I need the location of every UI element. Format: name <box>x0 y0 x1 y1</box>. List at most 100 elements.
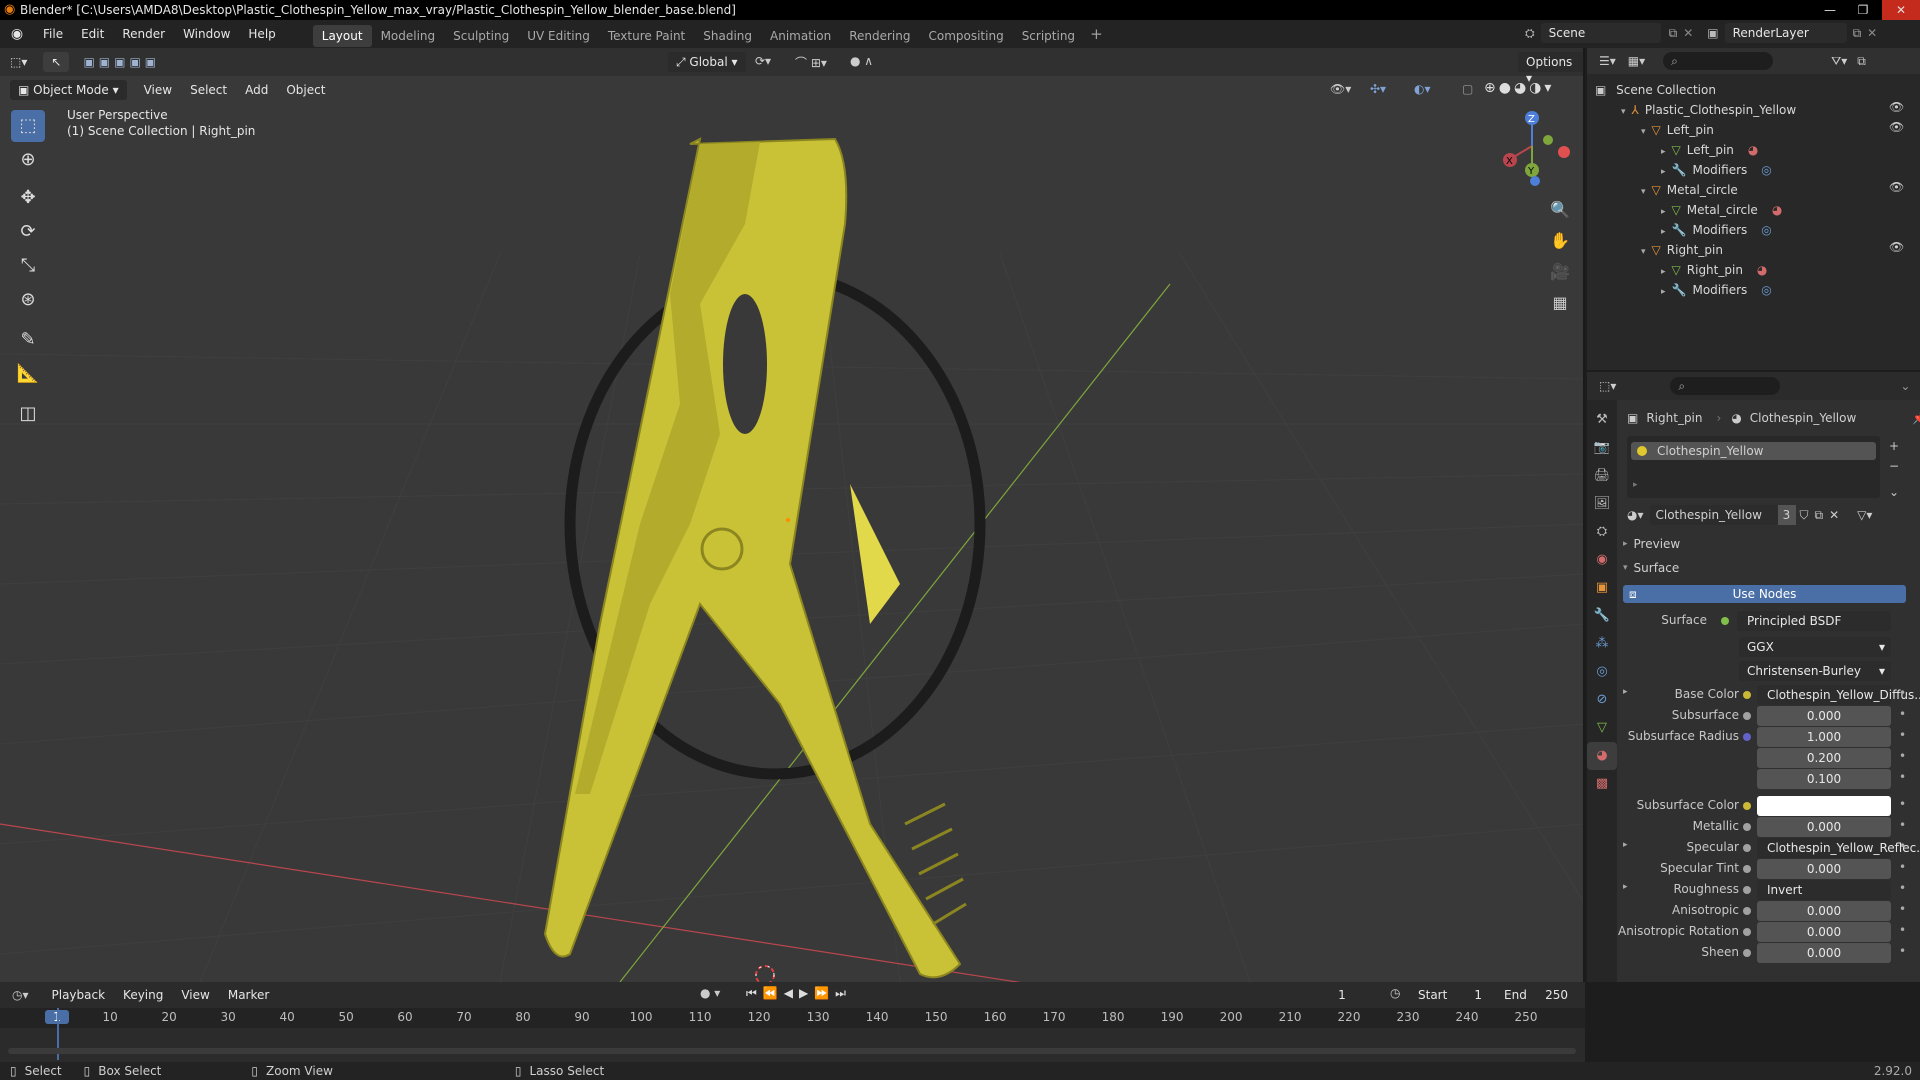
outliner-row-object[interactable]: ▾ ▽ Metal_circle <box>1641 180 1738 200</box>
browse-material-icon[interactable]: ◕▾ <box>1627 508 1644 522</box>
keyframe-dot-icon[interactable]: • <box>1899 881 1906 895</box>
gizmo-toggle-icon[interactable]: ✣▾ <box>1370 82 1386 96</box>
material-name-field[interactable]: Clothespin_Yellow <box>1649 505 1778 525</box>
add-cube-tool[interactable]: ◫ <box>11 398 45 430</box>
proportional-edit-icon[interactable]: ● ∧ <box>850 54 873 68</box>
delete-scene-icon[interactable]: ✕ <box>1683 26 1693 40</box>
renderlayer-icon[interactable]: ▣ <box>1707 26 1718 40</box>
pivot-icon[interactable]: ⟳▾ <box>755 54 771 68</box>
use-nodes-button[interactable]: ⧈ Use Nodes <box>1623 585 1906 603</box>
outliner-row-mesh[interactable]: ▸ ▽ Metal_circle ◕ <box>1661 200 1782 220</box>
workspace-tab-modeling[interactable]: Modeling <box>372 25 445 47</box>
data-tab-icon[interactable]: ▽ <box>1587 714 1617 742</box>
bsdf-input-field[interactable]: Invert <box>1757 880 1891 900</box>
object-tab-icon[interactable]: ▣ <box>1587 574 1617 602</box>
expand-arrow-icon[interactable]: ▸ <box>1661 287 1666 297</box>
expand-input-icon[interactable]: ▸ <box>1623 840 1628 850</box>
viewport-menu-object[interactable]: Object <box>277 80 334 100</box>
particles-tab-icon[interactable]: ⁂ <box>1587 630 1617 658</box>
unlink-material-icon[interactable]: ✕ <box>1829 508 1839 522</box>
new-renderlayer-icon[interactable]: ⧉ <box>1853 26 1862 41</box>
expand-arrow-icon[interactable]: ▸ <box>1661 227 1666 237</box>
keyframe-dot-icon[interactable]: • <box>1899 944 1906 958</box>
visibility-eye-icon[interactable]: 👁 <box>1889 240 1904 254</box>
expand-arrow-icon[interactable]: ▸ <box>1661 147 1666 157</box>
scene-collection-row[interactable]: ▣ Scene Collection <box>1595 80 1716 100</box>
output-tab-icon[interactable]: 🖨 <box>1587 462 1617 490</box>
bsdf-input-field[interactable]: 0.000 <box>1757 817 1891 837</box>
render-tab-icon[interactable]: 📷 <box>1587 434 1617 462</box>
menu-render[interactable]: Render <box>113 20 174 48</box>
outliner-row-mesh[interactable]: ▸ ▽ Left_pin ◕ <box>1661 140 1758 160</box>
expand-input-icon[interactable]: ▸ <box>1623 687 1628 697</box>
add-slot-icon[interactable]: + <box>1889 436 1899 456</box>
visibility-icon[interactable]: 👁▾ <box>1330 82 1351 96</box>
subsurface-color-swatch[interactable] <box>1757 796 1891 816</box>
filter-icon[interactable]: ⛛▾ <box>1831 54 1847 69</box>
outliner-row-object[interactable]: ▾ ▽ Left_pin <box>1641 120 1714 140</box>
properties-editor-icon[interactable]: ⬚▾ <box>1599 379 1616 393</box>
keyframe-dot-icon[interactable]: • <box>1899 860 1906 874</box>
bsdf-input-field[interactable]: Clothespin_Yellow_Reflec... <box>1757 838 1920 858</box>
outliner-editor-icon[interactable]: ☰▾ <box>1599 54 1616 68</box>
keyframe-dot-icon[interactable]: • <box>1899 839 1906 853</box>
bsdf-input-field[interactable]: 0.000 <box>1757 943 1891 963</box>
expand-arrow-icon[interactable]: ▸ <box>1661 167 1666 177</box>
world-tab-icon[interactable]: ◉ <box>1587 546 1617 574</box>
playback-controls[interactable]: ⏮⏪◀▶⏩⏭ <box>746 986 852 1001</box>
tool-tab-icon[interactable]: ⚒ <box>1587 406 1617 434</box>
physics-tab-icon[interactable]: ◎ <box>1587 658 1617 686</box>
scale-tool[interactable]: ⤡ <box>11 250 45 282</box>
workspace-tab-layout[interactable]: Layout <box>312 24 372 47</box>
duplicate-material-icon[interactable]: ⧉ <box>1815 508 1824 523</box>
bsdf-input-field[interactable]: 0.100 <box>1757 769 1891 789</box>
outliner-row-modifier[interactable]: ▸ 🔧 Modifiers ◎ <box>1661 160 1772 180</box>
display-mode-icon[interactable]: ▦▾ <box>1628 54 1645 68</box>
header-options-icon[interactable]: ⌄ <box>1900 379 1910 393</box>
new-collection-icon[interactable]: ⧉ <box>1857 54 1866 69</box>
delete-renderlayer-icon[interactable]: ✕ <box>1867 26 1877 40</box>
outliner-row-object[interactable]: ▾ ▽ Right_pin <box>1641 240 1723 260</box>
use-preview-range-icon[interactable]: ◷ <box>1390 986 1400 1000</box>
pan-hand-icon[interactable]: ✋ <box>1546 225 1574 256</box>
viewport-menu-add[interactable]: Add <box>236 80 277 100</box>
expand-icon[interactable]: ▸ <box>1633 480 1638 490</box>
select-box-tool[interactable]: ⬚ <box>11 110 45 142</box>
3d-cursor[interactable] <box>755 965 775 982</box>
bsdf-input-field[interactable]: 1.000 <box>1757 727 1891 747</box>
options-dropdown[interactable]: Options ▾ <box>1518 52 1583 85</box>
surface-panel-header[interactable]: ▾ Surface <box>1623 558 1679 578</box>
expand-arrow-icon[interactable]: ▾ <box>1641 247 1646 257</box>
menu-file[interactable]: File <box>34 20 72 48</box>
viewport-menu-view[interactable]: View <box>135 80 181 100</box>
visibility-eye-icon[interactable]: 👁 <box>1889 120 1904 134</box>
menu-window[interactable]: Window <box>174 20 239 48</box>
bsdf-input-field[interactable]: 0.200 <box>1757 748 1891 768</box>
rotate-tool[interactable]: ⟳ <box>11 216 45 248</box>
outliner-row-modifier[interactable]: ▸ 🔧 Modifiers ◎ <box>1661 220 1772 240</box>
expand-arrow-icon[interactable]: ▸ <box>1661 267 1666 277</box>
expand-input-icon[interactable]: ▸ <box>1623 882 1628 892</box>
ortho-grid-icon[interactable]: ▦ <box>1546 287 1574 318</box>
snap-icon[interactable]: ⌒ ⊞▾ <box>795 54 827 71</box>
navigation-gizmo[interactable]: Z X Y <box>1492 106 1572 186</box>
blender-menu-icon[interactable]: ◉ <box>0 26 34 42</box>
timeline-menu-marker[interactable]: Marker <box>219 985 278 1005</box>
editor-type-icon[interactable]: ⬚▾ <box>10 55 27 69</box>
expand-arrow-icon[interactable]: ▾ <box>1621 107 1626 117</box>
timeline-menu-keying[interactable]: Keying <box>114 985 172 1005</box>
outliner-search-input[interactable]: ⌕ <box>1663 52 1774 70</box>
shading-mode-icons[interactable]: ⊕●◕◑▾ <box>1484 80 1554 96</box>
3d-viewport[interactable]: ⬚▾ ↖ ▣▣▣▣▣ ⤢ Global ▾ ⟳▾ ⌒ ⊞▾ ● ∧ Option… <box>0 48 1585 982</box>
keyframe-dot-icon[interactable]: • <box>1899 749 1906 763</box>
renderlayer-field[interactable]: RenderLayer <box>1724 23 1847 43</box>
annotate-tool[interactable]: ✎ <box>11 324 45 356</box>
workspace-tab-compositing[interactable]: Compositing <box>919 25 1012 47</box>
close-icon[interactable]: ✕ <box>1882 0 1920 20</box>
timeline-editor-icon[interactable]: ◷▾ <box>12 988 29 1002</box>
constraints-tab-icon[interactable]: ⊘ <box>1587 686 1617 714</box>
workspace-tab-sculpting[interactable]: Sculpting <box>444 25 518 47</box>
cursor-tool[interactable]: ⊕ <box>11 144 45 176</box>
clothespin-model[interactable] <box>543 137 967 979</box>
workspace-tab-rendering[interactable]: Rendering <box>840 25 919 47</box>
